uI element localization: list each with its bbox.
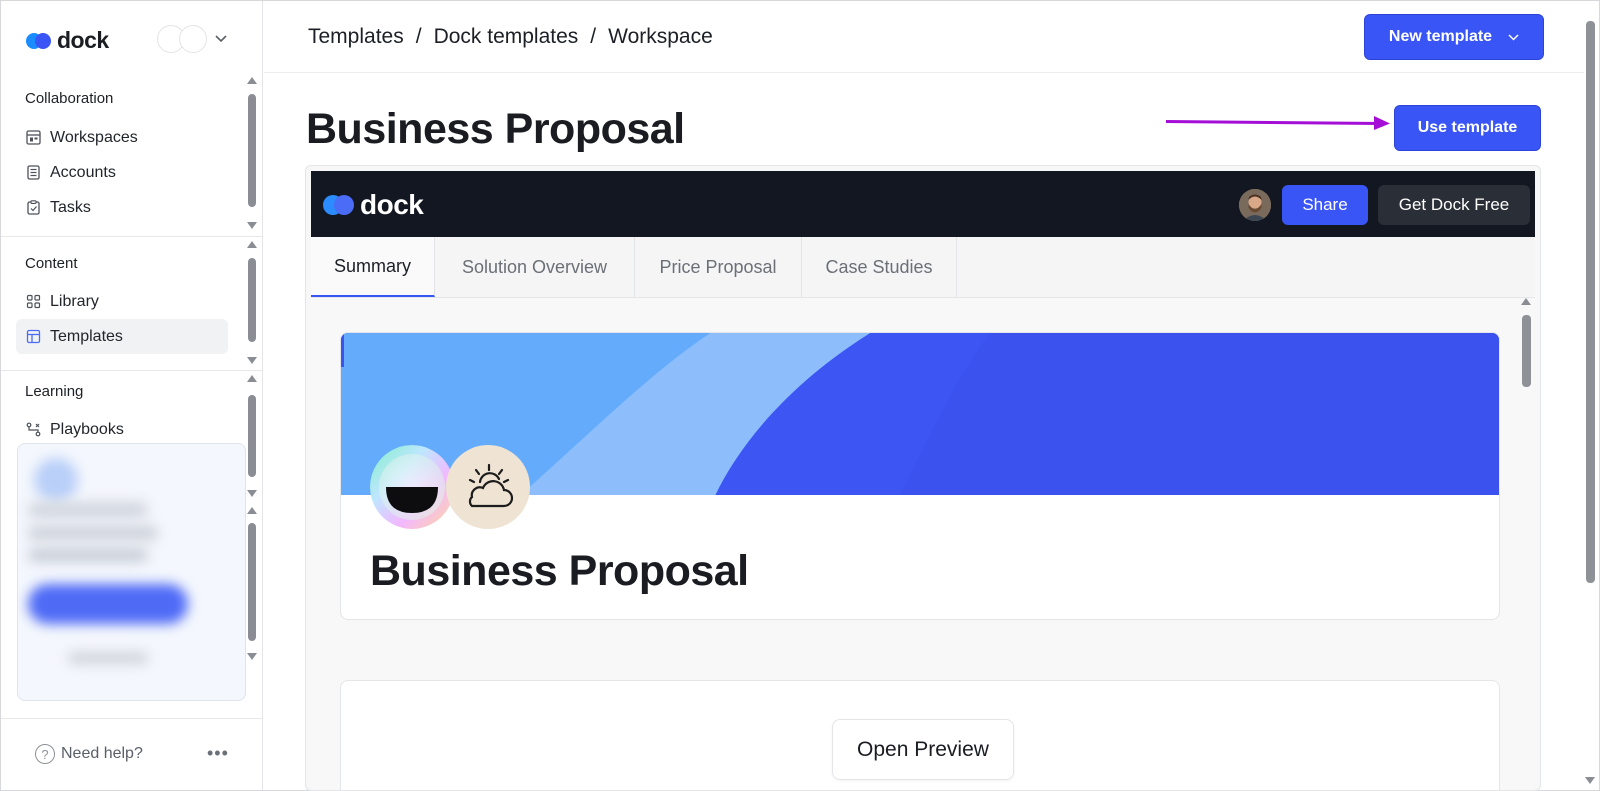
promo-text-blur <box>28 548 148 562</box>
main-scrollbar[interactable] <box>1584 21 1596 791</box>
scroll-up-icon[interactable] <box>247 77 257 84</box>
sidebar-item-library[interactable]: Library <box>16 284 228 319</box>
avatar[interactable] <box>1239 189 1271 221</box>
preview-brand-name: dock <box>360 189 424 220</box>
scroll-thumb[interactable] <box>248 258 256 342</box>
share-button[interactable]: Share <box>1282 185 1368 225</box>
templates-icon <box>26 329 41 344</box>
preview-tabs: Summary Solution Overview Price Proposal… <box>311 237 1535 298</box>
sidebar-item-accounts[interactable]: Accounts <box>16 155 228 190</box>
scroll-down-icon[interactable] <box>247 490 257 497</box>
preview-dock-logo: dock <box>322 189 424 221</box>
scroll-down-icon[interactable] <box>1585 777 1595 784</box>
annotation-arrow-icon <box>1165 116 1390 130</box>
workspace-avatar <box>179 25 207 53</box>
use-template-button[interactable]: Use template <box>1394 105 1541 151</box>
need-help-label: Need help? <box>61 745 143 762</box>
sidebar-item-workspaces[interactable]: Workspaces <box>16 120 228 155</box>
workspaces-icon <box>26 130 41 145</box>
tab-price-proposal[interactable]: Price Proposal <box>635 237 802 297</box>
sidebar-scrollbar[interactable] <box>247 375 257 499</box>
promo-text-blur <box>28 502 148 518</box>
chevron-down-icon <box>1508 28 1519 46</box>
section-title-content: Content <box>25 255 78 272</box>
preview-body: Business Proposal <box>311 298 1535 790</box>
library-icon <box>26 294 41 309</box>
dock-logo-icon <box>26 32 51 49</box>
scroll-down-icon[interactable] <box>247 653 257 660</box>
sidebar-item-label: Playbooks <box>50 420 124 438</box>
sidebar-item-label: Accounts <box>50 163 116 181</box>
breadcrumb-separator: / <box>590 25 597 48</box>
open-preview-button[interactable]: Open Preview <box>832 719 1014 780</box>
scroll-thumb[interactable] <box>1586 21 1595 583</box>
app-window: dock Collaboration Workspaces Accounts T… <box>0 0 1600 791</box>
scroll-thumb[interactable] <box>248 94 256 207</box>
divider <box>1 370 262 371</box>
get-dock-free-button[interactable]: Get Dock Free <box>1378 185 1530 225</box>
sidebar-item-label: Workspaces <box>50 128 138 146</box>
promo-logo <box>34 458 78 502</box>
sidebar-scrollbar[interactable] <box>247 241 257 365</box>
tab-solution-overview[interactable]: Solution Overview <box>435 237 635 297</box>
hero-card: Business Proposal <box>340 332 1500 620</box>
dock-logo-icon <box>323 195 354 215</box>
accounts-icon <box>26 165 41 180</box>
preview-scrollbar[interactable] <box>1520 298 1532 790</box>
more-options-icon[interactable]: ••• <box>207 743 229 764</box>
promo-text-blur <box>28 526 158 540</box>
workspace-switcher[interactable] <box>157 25 227 53</box>
sidebar-item-label: Templates <box>50 327 123 345</box>
dock-logo[interactable]: dock <box>25 27 109 54</box>
scroll-up-icon[interactable] <box>247 375 257 382</box>
scroll-up-icon[interactable] <box>247 241 257 248</box>
section-title-collaboration: Collaboration <box>25 90 114 107</box>
question-icon: ? <box>35 744 55 764</box>
new-template-label: New template <box>1388 28 1493 45</box>
tab-summary[interactable]: Summary <box>311 237 435 297</box>
sidebar-item-playbooks[interactable]: Playbooks <box>16 412 228 447</box>
sidebar: dock Collaboration Workspaces Accounts T… <box>1 1 263 790</box>
scroll-thumb[interactable] <box>248 523 256 641</box>
sidebar-scrollbar[interactable] <box>247 77 257 231</box>
scroll-thumb[interactable] <box>248 395 256 477</box>
chevron-down-icon <box>215 32 227 46</box>
preview-header: dock Share Get Dock Free <box>311 171 1535 237</box>
promo-text-blur <box>68 652 148 664</box>
page-title: Business Proposal <box>306 105 685 153</box>
breadcrumb-item-workspace: Workspace <box>608 25 713 48</box>
cloud-sun-icon <box>446 445 530 529</box>
sidebar-item-tasks[interactable]: Tasks <box>16 190 228 225</box>
brand-name: dock <box>57 27 109 53</box>
scroll-up-icon[interactable] <box>247 507 257 514</box>
scroll-thumb[interactable] <box>1522 315 1531 387</box>
hero-title: Business Proposal <box>370 547 749 595</box>
breadcrumb: Templates / Dock templates / Workspace <box>308 25 713 49</box>
need-help-link[interactable]: ? Need help? <box>35 744 143 764</box>
promo-card <box>17 443 246 701</box>
section-title-learning: Learning <box>25 383 84 400</box>
breadcrumb-item-dock-templates[interactable]: Dock templates <box>434 25 579 49</box>
scroll-up-icon[interactable] <box>1521 298 1531 305</box>
divider <box>1 718 262 719</box>
tab-case-studies[interactable]: Case Studies <box>802 237 957 297</box>
breadcrumb-separator: / <box>415 25 422 48</box>
new-template-button[interactable]: New template <box>1364 14 1544 60</box>
template-preview: dock Share Get Dock Free Summary Solutio… <box>305 165 1541 791</box>
sidebar-item-label: Tasks <box>50 198 91 216</box>
client-logo-icon <box>370 445 454 529</box>
sidebar-item-label: Library <box>50 292 99 310</box>
scroll-down-icon[interactable] <box>247 357 257 364</box>
promo-cta-blur <box>28 584 188 624</box>
scroll-down-icon[interactable] <box>247 222 257 229</box>
playbooks-icon <box>26 422 41 437</box>
breadcrumb-item-templates[interactable]: Templates <box>308 25 404 49</box>
tasks-icon <box>26 200 41 215</box>
sidebar-item-templates[interactable]: Templates <box>16 319 228 354</box>
sidebar-scrollbar[interactable] <box>247 507 257 660</box>
divider <box>1 236 262 237</box>
